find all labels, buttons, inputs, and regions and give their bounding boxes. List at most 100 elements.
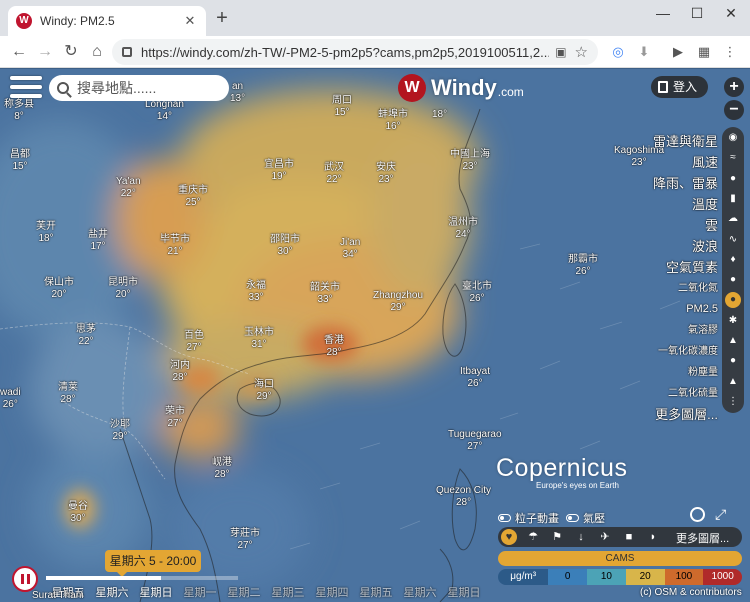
timeline-day[interactable]: 星期四	[310, 584, 354, 600]
city-label[interactable]: Quezon City 28°	[436, 485, 491, 509]
city-label[interactable]: 臺北市 26°	[462, 281, 492, 305]
city-label[interactable]: 那霸市 26°	[568, 254, 598, 278]
city-label[interactable]: 保山市 20°	[44, 277, 74, 301]
layer-item[interactable]: 粉塵量	[653, 362, 718, 383]
tab-close-icon[interactable]: ✕	[182, 13, 198, 29]
particles-toggle[interactable]: 粒子動畫	[498, 510, 559, 526]
new-tab-button[interactable]: +	[212, 8, 232, 29]
city-label[interactable]: 海口 29°	[254, 379, 274, 403]
city-label[interactable]: Itbayat 26°	[460, 366, 490, 390]
city-label[interactable]: 芙开 18°	[36, 221, 56, 245]
timeline-day[interactable]: 星期二	[222, 584, 266, 600]
city-label[interactable]: 重庆市 25°	[178, 185, 208, 209]
city-label[interactable]: 清莱 28°	[58, 382, 78, 406]
zoom-in-button[interactable]: +	[724, 77, 744, 97]
city-label[interactable]: 温州市 24°	[448, 217, 478, 241]
pressure-toggle[interactable]: 氣壓	[566, 510, 605, 526]
city-label[interactable]: 韶关市 33°	[310, 282, 340, 306]
more-layers-link[interactable]: 更多圖層...	[676, 530, 729, 546]
city-label[interactable]: Ya'an 22°	[116, 176, 141, 200]
city-label[interactable]: Zhangzhou 29°	[373, 290, 423, 314]
timeline-day[interactable]: 星期五	[354, 584, 398, 600]
timeline-track[interactable]	[46, 576, 238, 580]
layer-item[interactable]: 溫度	[653, 194, 718, 215]
layer-icon[interactable]: ◉	[725, 130, 741, 146]
zoom-out-button[interactable]: −	[724, 100, 744, 120]
hamburger-menu-button[interactable]	[10, 76, 42, 104]
overlay-icon[interactable]: ■	[621, 529, 637, 545]
home-icon[interactable]: ⌂	[86, 41, 108, 63]
city-label[interactable]: 荣市 27°	[165, 406, 185, 430]
layer-icon[interactable]: ▲	[725, 333, 741, 349]
extension-chrome-icon[interactable]: ◎	[610, 44, 626, 60]
layer-item[interactable]: 降雨、雷暴	[653, 173, 718, 194]
overlay-icon[interactable]: ↓	[573, 529, 589, 545]
city-label[interactable]: 中國上海 23°	[450, 149, 490, 173]
city-label[interactable]: 武汉 22°	[324, 162, 344, 186]
city-label[interactable]: 毕节市 21°	[160, 234, 190, 258]
overlay-icon[interactable]: ⚑	[549, 529, 565, 545]
timeline-day[interactable]: 星期六	[398, 584, 442, 600]
layer-icon[interactable]: ▲	[725, 374, 741, 390]
city-label[interactable]: 思茅 22°	[76, 324, 96, 348]
layer-icon[interactable]: ●	[725, 353, 741, 369]
search-input[interactable]	[77, 80, 217, 96]
city-label[interactable]: 河内 28°	[170, 360, 190, 384]
layer-item[interactable]: 風速	[653, 152, 718, 173]
city-label[interactable]: 百色 27°	[184, 330, 204, 354]
city-label[interactable]: 玉林市 31°	[244, 327, 274, 351]
fullscreen-icon[interactable]: ⤢	[715, 506, 726, 523]
city-label[interactable]: 昆明市 20°	[108, 277, 138, 301]
url-omnibox[interactable]: https://windy.com/zh-TW/-PM2-5-pm2p5?cam…	[112, 39, 598, 65]
city-label[interactable]: 宜昌市 19°	[264, 159, 294, 183]
timeline-day[interactable]: 星期一	[178, 584, 222, 600]
pm25-map[interactable]: 称多县 8° Longnan 14° an 13° 周口 15° 蚌埠市 16° 18° 昌都 15° Y…	[0, 69, 750, 602]
layer-icon[interactable]: ▮	[725, 191, 741, 207]
city-label[interactable]: 盐井 17°	[88, 229, 108, 253]
layer-icon[interactable]: ∿	[725, 232, 741, 248]
clock-icon[interactable]	[690, 507, 705, 522]
layer-item[interactable]: 更多圖層...	[653, 404, 718, 425]
bookmark-star-icon[interactable]: ☆	[575, 43, 588, 61]
city-label[interactable]: 香港 28°	[324, 335, 344, 359]
layer-icon[interactable]: ●	[725, 171, 741, 187]
city-label[interactable]: 芽莊市 27°	[230, 528, 260, 552]
layer-icon[interactable]: ≈	[725, 150, 741, 166]
screenshot-extension-icon[interactable]: ▦	[696, 44, 712, 60]
layer-icon[interactable]: ●	[725, 292, 741, 309]
model-selector[interactable]: CAMS	[498, 551, 742, 566]
window-close-button[interactable]: ✕	[714, 2, 748, 24]
back-arrow-icon[interactable]: ←	[8, 41, 30, 63]
login-button[interactable]: 登入	[651, 76, 708, 98]
layer-item[interactable]: 二氧化氮	[653, 278, 718, 299]
overlay-icon[interactable]: ✈	[597, 529, 613, 545]
timeline-day[interactable]: 星期六	[90, 584, 134, 600]
layer-icon[interactable]: ✱	[725, 313, 741, 329]
layer-item[interactable]: PM2.5	[653, 299, 718, 320]
timeline-day[interactable]: 星期日	[442, 584, 486, 600]
current-time-bubble[interactable]: 星期六 5 - 20:00	[105, 550, 201, 577]
city-label[interactable]: Longnan 14°	[145, 99, 184, 123]
layer-item[interactable]: 氣溶膠	[653, 320, 718, 341]
layer-item[interactable]: 雷達與衛星	[653, 131, 718, 152]
play-extension-icon[interactable]: ▶	[670, 44, 686, 60]
layer-item[interactable]: 二氧化硫量	[653, 383, 718, 404]
city-label[interactable]: Ji'an 34°	[340, 237, 360, 261]
maximize-button[interactable]: ☐	[680, 2, 714, 24]
pause-button[interactable]	[12, 566, 38, 592]
city-label[interactable]: wadi 26°	[0, 387, 21, 411]
overlay-icon[interactable]: ◗	[645, 529, 661, 545]
layer-item[interactable]: 空氣質素	[653, 257, 718, 278]
reload-icon[interactable]: ↻	[60, 41, 82, 63]
city-label[interactable]: 曼谷 30°	[68, 501, 88, 525]
layer-item[interactable]: 雲	[653, 215, 718, 236]
city-label[interactable]: 邵阳市 30°	[270, 234, 300, 258]
timeline-day[interactable]: 星期日	[134, 584, 178, 600]
city-label[interactable]: 沙耶 29°	[110, 419, 130, 443]
forward-arrow-icon[interactable]: →	[34, 41, 56, 63]
url-text[interactable]: https://windy.com/zh-TW/-PM2-5-pm2p5?cam…	[141, 45, 549, 60]
layer-icon[interactable]: ☁	[725, 211, 741, 227]
timeline-day[interactable]: 星期三	[266, 584, 310, 600]
translate-icon[interactable]: ▣	[555, 45, 566, 59]
download-icon[interactable]: ⬇	[636, 44, 652, 60]
